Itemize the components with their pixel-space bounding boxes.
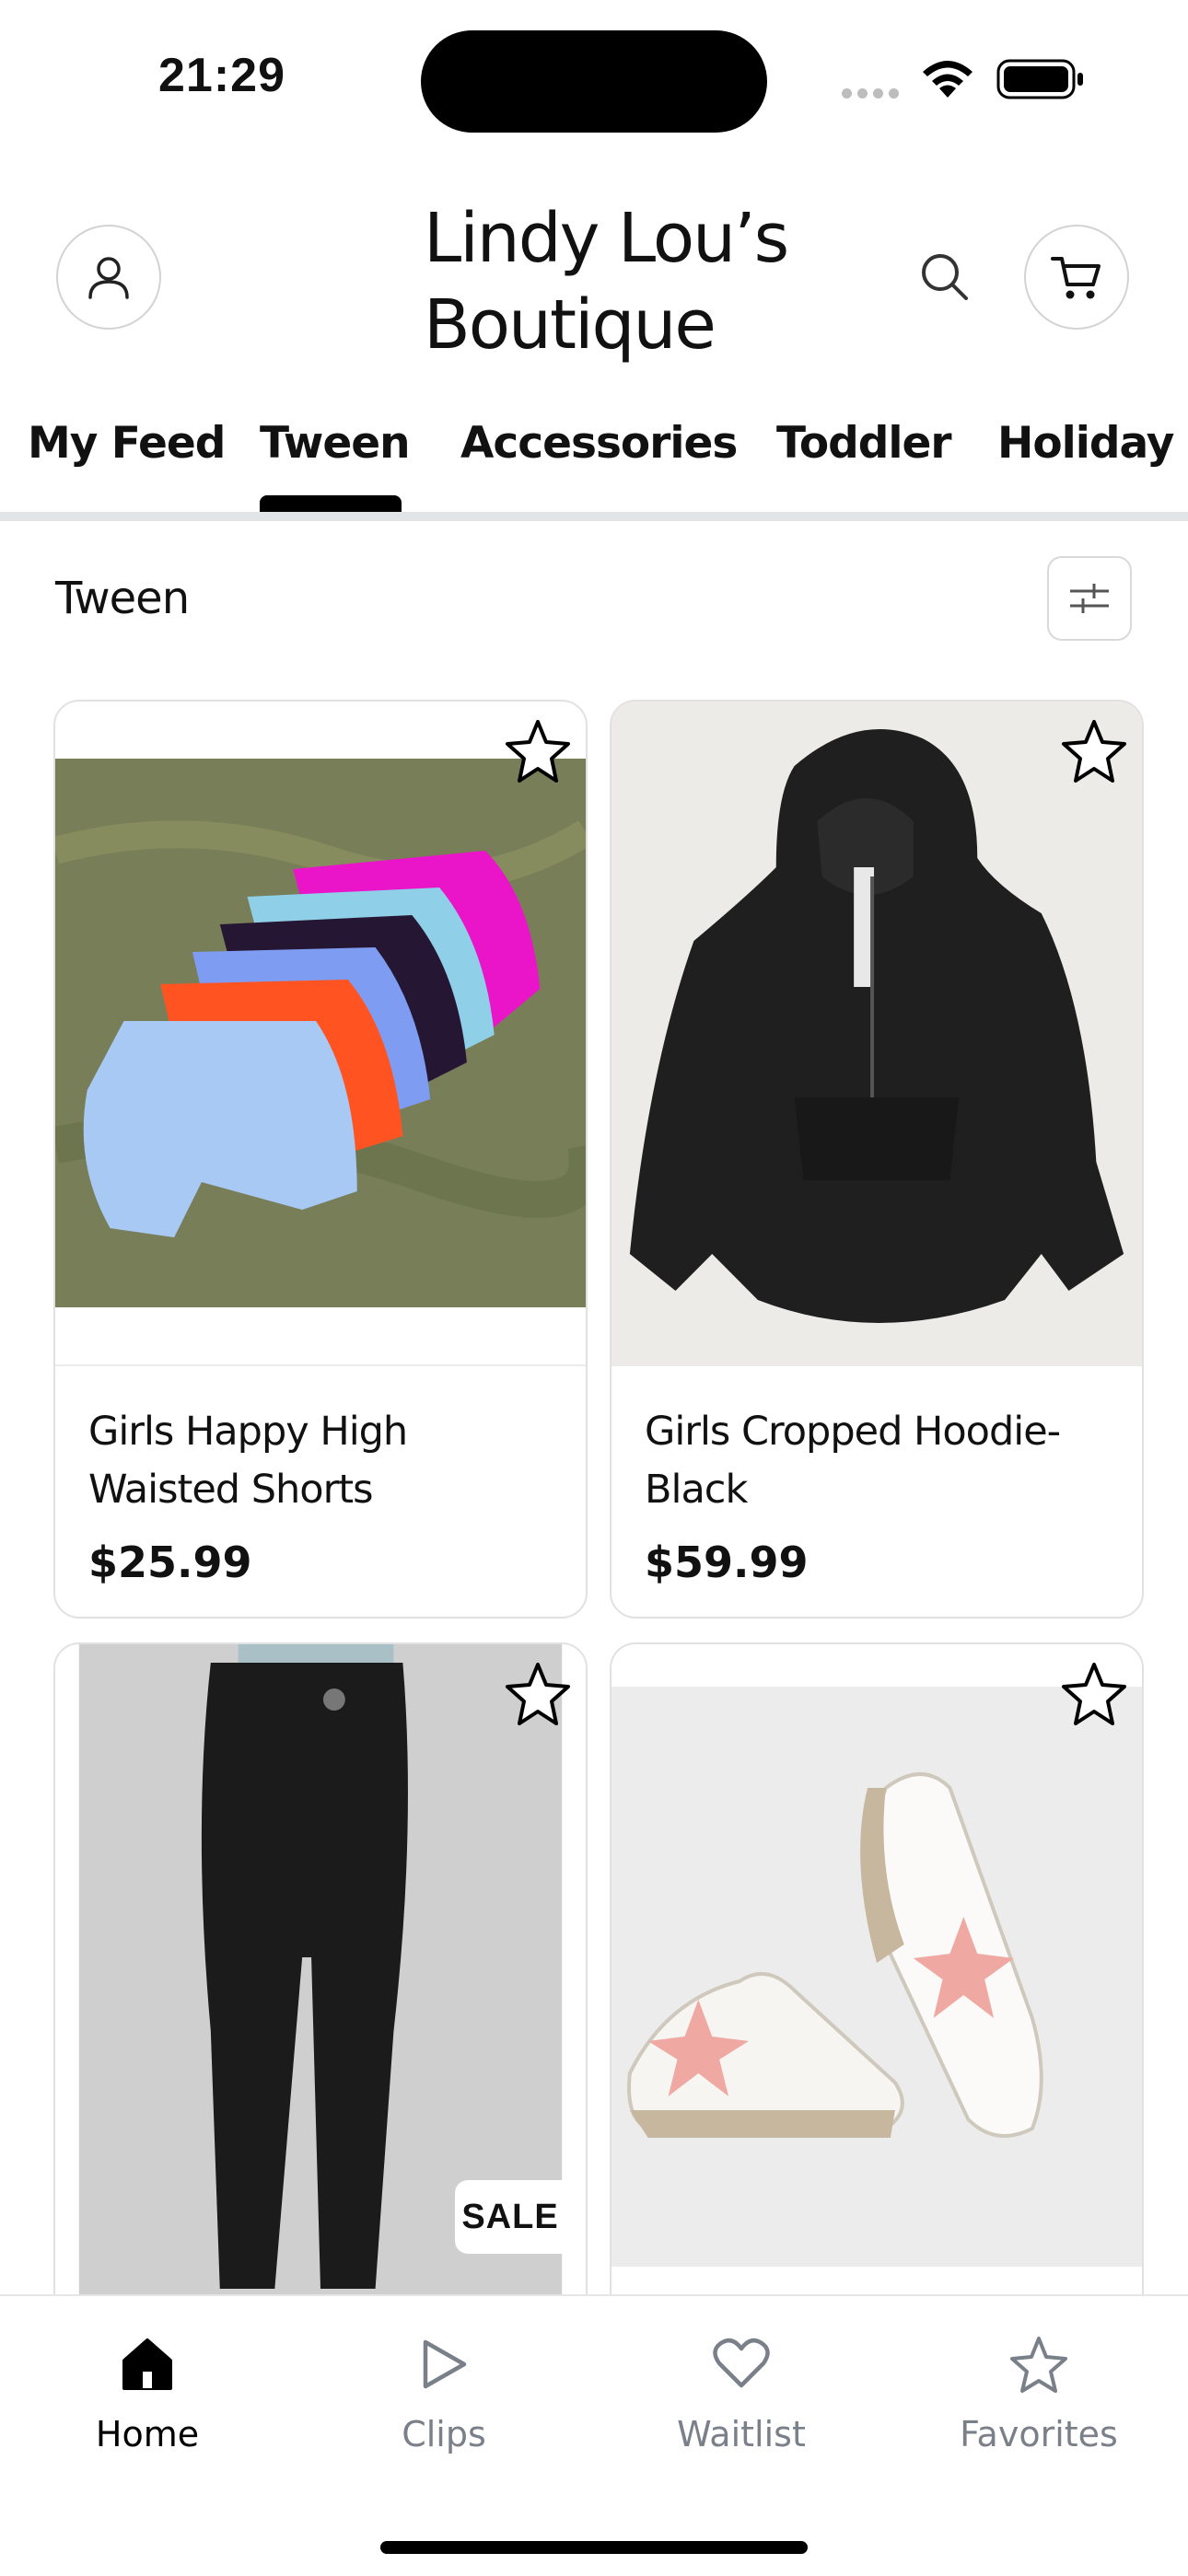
wifi-icon bbox=[923, 61, 973, 98]
cart-button[interactable] bbox=[1024, 225, 1129, 330]
user-icon bbox=[88, 257, 129, 299]
store-title: Lindy Lou’s Boutique bbox=[424, 195, 810, 368]
product-price: $59.99 bbox=[645, 1537, 809, 1587]
heart-icon bbox=[713, 2338, 770, 2388]
filter-button[interactable] bbox=[1047, 556, 1132, 641]
favorite-star-icon[interactable] bbox=[503, 1659, 573, 1729]
active-tab-indicator bbox=[260, 495, 402, 512]
product-card[interactable]: SALE bbox=[53, 1642, 588, 2342]
product-title: Girls Happy High Waisted Shorts bbox=[88, 1403, 408, 1519]
nav-home-label: Home bbox=[95, 2414, 200, 2454]
store-title-line2: Boutique bbox=[424, 285, 716, 365]
battery-icon bbox=[996, 59, 1083, 99]
favorite-star-icon[interactable] bbox=[503, 716, 573, 786]
status-time: 21:29 bbox=[158, 49, 285, 102]
store-title-line1: Lindy Lou’s bbox=[424, 199, 789, 278]
product-image-hoodie bbox=[611, 702, 1142, 1366]
search-icon[interactable] bbox=[916, 249, 973, 306]
tab-holiday[interactable]: Holiday It bbox=[997, 418, 1188, 469]
cart-icon bbox=[1051, 257, 1101, 299]
nav-favorites[interactable]: Favorites bbox=[947, 2327, 1131, 2454]
tabs-divider bbox=[0, 512, 1188, 521]
product-card[interactable]: Girls Happy High Waisted Shorts $25.99 bbox=[53, 700, 588, 1619]
nav-clips[interactable]: Clips bbox=[352, 2327, 536, 2454]
tab-toddler[interactable]: Toddler bbox=[776, 418, 952, 469]
nav-clips-label: Clips bbox=[402, 2414, 486, 2454]
bottom-tab-bar: Home Clips Waitlist Favorites bbox=[0, 2294, 1188, 2576]
tab-accessories[interactable]: Accessories bbox=[460, 418, 738, 469]
product-title-line2: Black bbox=[645, 1467, 748, 1513]
sliders-icon bbox=[1070, 584, 1109, 613]
product-price: $25.99 bbox=[88, 1537, 252, 1587]
nav-waitlist-label: Waitlist bbox=[677, 2414, 806, 2454]
star-icon bbox=[1010, 2337, 1067, 2393]
tab-my-feed[interactable]: My Feed bbox=[28, 418, 226, 469]
section-title: Tween bbox=[55, 573, 190, 624]
nav-home[interactable]: Home bbox=[55, 2327, 239, 2454]
card-divider bbox=[55, 1364, 586, 1366]
product-title-line1: Girls Cropped Hoodie- bbox=[645, 1409, 1061, 1455]
sale-badge: SALE bbox=[455, 2180, 565, 2254]
cellular-signal-icon bbox=[842, 87, 904, 103]
product-card[interactable] bbox=[610, 1642, 1144, 2342]
status-bar: 21:29 bbox=[0, 0, 1188, 157]
nav-waitlist[interactable]: Waitlist bbox=[649, 2327, 833, 2454]
nav-favorites-label: Favorites bbox=[960, 2414, 1118, 2454]
product-title: Girls Cropped Hoodie- Black bbox=[645, 1403, 1061, 1519]
product-title-line2: Waisted Shorts bbox=[88, 1467, 374, 1513]
favorite-star-icon[interactable] bbox=[1059, 1659, 1129, 1729]
home-icon bbox=[122, 2338, 172, 2390]
tab-tween[interactable]: Tween bbox=[260, 418, 411, 469]
dynamic-island bbox=[421, 30, 767, 133]
app-header: Lindy Lou’s Boutique bbox=[0, 184, 1188, 368]
play-icon bbox=[423, 2339, 467, 2389]
home-indicator bbox=[380, 2541, 808, 2554]
product-card[interactable]: Girls Cropped Hoodie- Black $59.99 bbox=[610, 700, 1144, 1619]
product-image-sneakers bbox=[611, 1687, 1142, 2267]
category-tabs: My Feed Tween Accessories Toddler Holida… bbox=[0, 405, 1188, 516]
account-button[interactable] bbox=[56, 225, 161, 330]
product-image-shorts bbox=[55, 759, 586, 1307]
product-title-line1: Girls Happy High bbox=[88, 1409, 408, 1455]
favorite-star-icon[interactable] bbox=[1059, 716, 1129, 786]
